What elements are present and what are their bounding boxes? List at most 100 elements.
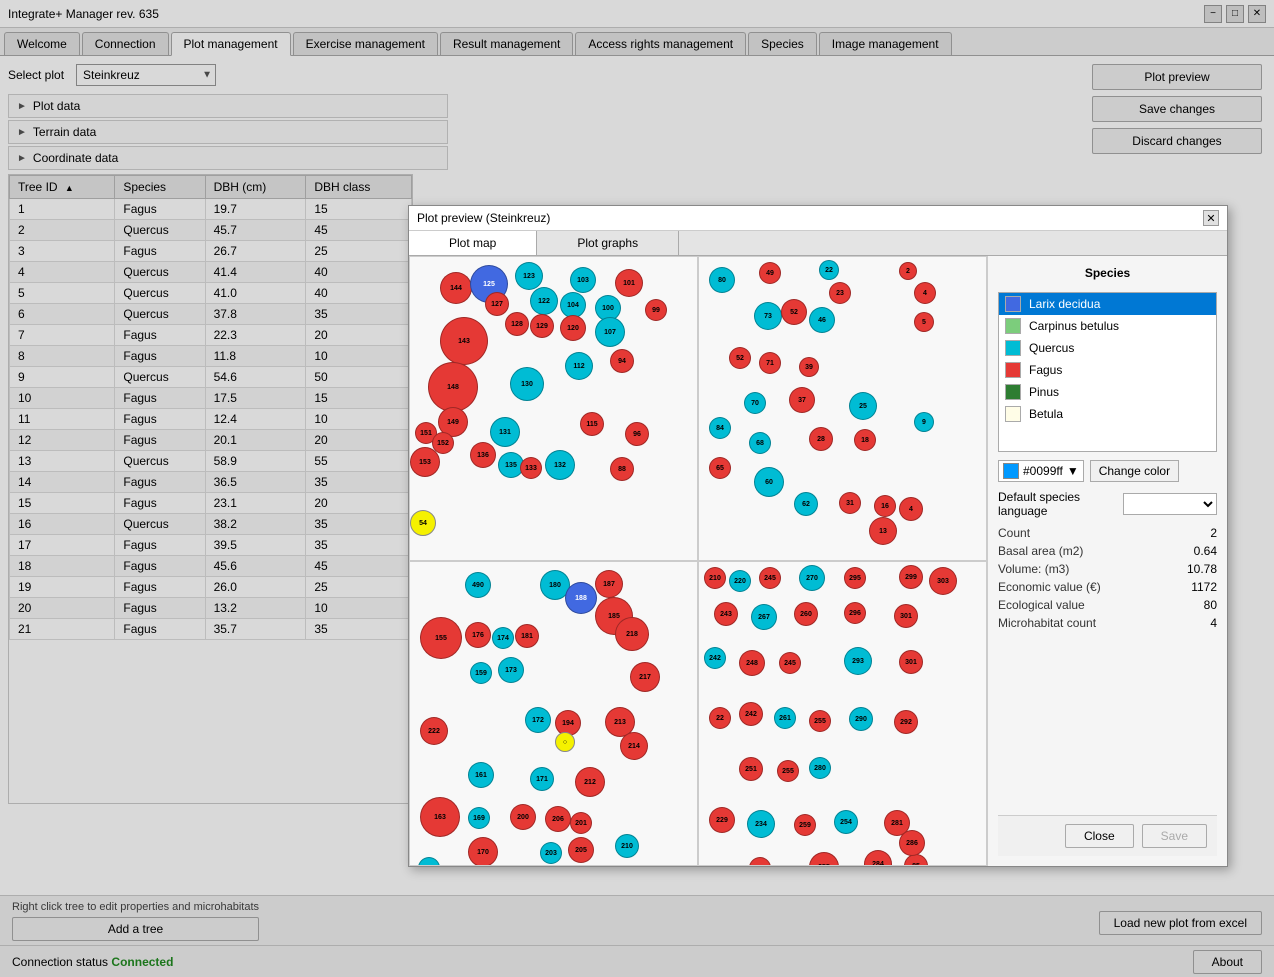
tree-node[interactable]: 299 — [899, 565, 923, 589]
tree-node[interactable]: 37 — [789, 387, 815, 413]
tree-node[interactable]: 39 — [799, 357, 819, 377]
tree-node[interactable]: 143 — [440, 317, 488, 365]
tree-node[interactable]: 94 — [610, 349, 634, 373]
tree-node[interactable]: 233 — [749, 857, 771, 866]
tree-node[interactable]: 88 — [610, 457, 634, 481]
tree-node[interactable]: 188 — [565, 582, 597, 614]
tree-node[interactable]: 260 — [794, 602, 818, 626]
tree-node[interactable]: 31 — [839, 492, 861, 514]
tree-node[interactable]: 176 — [465, 622, 491, 648]
tree-node[interactable]: 212 — [575, 767, 605, 797]
tree-node[interactable]: 18 — [854, 429, 876, 451]
tree-node[interactable]: 25 — [849, 392, 877, 420]
tree-node[interactable]: 84 — [709, 417, 731, 439]
tree-node[interactable]: 148 — [428, 362, 478, 412]
species-item-carpinus[interactable]: Carpinus betulus — [999, 315, 1216, 337]
tree-node[interactable]: 159 — [470, 662, 492, 684]
tree-node[interactable]: 68 — [749, 432, 771, 454]
tree-node[interactable]: 290 — [849, 707, 873, 731]
species-list[interactable]: Larix decidua Carpinus betulus Quercus F… — [998, 292, 1217, 452]
tree-node[interactable]: 130 — [510, 367, 544, 401]
tree-node[interactable]: 62 — [794, 492, 818, 516]
tree-node[interactable]: 128 — [505, 312, 529, 336]
tree-node[interactable]: 251 — [739, 757, 763, 781]
tree-node[interactable]: 132 — [545, 450, 575, 480]
tree-node[interactable]: 22 — [709, 707, 731, 729]
tree-node[interactable]: 206 — [545, 806, 571, 832]
tree-node[interactable]: 163 — [420, 797, 460, 837]
tree-node[interactable]: 4 — [899, 497, 923, 521]
tree-node[interactable]: 242 — [739, 702, 763, 726]
tree-node[interactable]: 205 — [568, 837, 594, 863]
tree-node[interactable]: 49 — [759, 262, 781, 284]
tree-node[interactable]: 22 — [819, 260, 839, 280]
tree-node[interactable]: 280 — [809, 757, 831, 779]
tree-node[interactable]: 284 — [864, 850, 892, 866]
tree-node[interactable]: 122 — [530, 287, 558, 315]
tree-node[interactable]: 301 — [899, 650, 923, 674]
tree-node[interactable]: 96 — [625, 422, 649, 446]
tree-node[interactable]: 23 — [829, 282, 851, 304]
tree-node[interactable]: 210 — [615, 834, 639, 858]
tree-node[interactable]: ○ — [555, 732, 575, 752]
tree-node[interactable]: 161 — [468, 762, 494, 788]
tree-node[interactable]: 242 — [704, 647, 726, 669]
tree-node[interactable]: 70 — [744, 392, 766, 414]
tree-node[interactable]: 243 — [714, 602, 738, 626]
tree-node[interactable]: 210 — [704, 567, 726, 589]
tree-node[interactable]: 120 — [560, 315, 586, 341]
modal-tab-plot-graphs[interactable]: Plot graphs — [537, 231, 679, 255]
tree-node[interactable]: 296 — [844, 602, 866, 624]
tree-node[interactable]: 129 — [530, 314, 554, 338]
tree-node[interactable]: 218 — [615, 617, 649, 651]
tree-node[interactable]: 261 — [774, 707, 796, 729]
tree-node[interactable]: 28 — [809, 427, 833, 451]
species-item-quercus[interactable]: Quercus — [999, 337, 1216, 359]
tree-node[interactable]: 144 — [440, 272, 472, 304]
tree-node[interactable]: 187 — [595, 570, 623, 598]
tree-node[interactable]: 57 — [418, 857, 440, 866]
tree-node[interactable]: 71 — [759, 352, 781, 374]
tree-node[interactable]: 169 — [468, 807, 490, 829]
species-language-select[interactable] — [1123, 493, 1217, 515]
tree-node[interactable]: 200 — [510, 804, 536, 830]
tree-node[interactable]: 254 — [834, 810, 858, 834]
tree-node[interactable]: 103 — [570, 267, 596, 293]
tree-node[interactable]: 214 — [620, 732, 648, 760]
tree-node[interactable]: 286 — [899, 830, 925, 856]
tree-node[interactable]: 73 — [754, 302, 782, 330]
tree-node[interactable]: 295 — [844, 567, 866, 589]
tree-node[interactable]: 52 — [729, 347, 751, 369]
tree-node[interactable]: 5 — [914, 312, 934, 332]
tree-node[interactable]: 13 — [869, 517, 897, 545]
tree-node[interactable]: 16 — [874, 495, 896, 517]
tree-node[interactable]: 136 — [470, 442, 496, 468]
tree-node[interactable]: 234 — [747, 810, 775, 838]
tree-node[interactable]: 255 — [777, 760, 799, 782]
tree-node[interactable]: 172 — [525, 707, 551, 733]
tree-node[interactable]: 245 — [759, 567, 781, 589]
tree-node[interactable]: 54 — [410, 510, 436, 536]
tree-node[interactable]: 229 — [709, 807, 735, 833]
tree-node[interactable]: 2 — [899, 262, 917, 280]
modal-save-button[interactable]: Save — [1142, 824, 1207, 848]
species-item-betula[interactable]: Betula — [999, 403, 1216, 425]
tree-node[interactable]: 46 — [809, 307, 835, 333]
tree-node[interactable]: 222 — [420, 717, 448, 745]
tree-node[interactable]: 270 — [799, 565, 825, 591]
tree-node[interactable]: 127 — [485, 292, 509, 316]
tree-node[interactable]: 201 — [570, 812, 592, 834]
tree-node[interactable]: 123 — [515, 262, 543, 290]
tree-node[interactable]: 203 — [540, 842, 562, 864]
tree-node[interactable]: 85 — [904, 854, 928, 866]
species-item-larix[interactable]: Larix decidua — [999, 293, 1216, 315]
tree-node[interactable]: 107 — [595, 317, 625, 347]
tree-node[interactable]: 4 — [914, 282, 936, 304]
tree-node[interactable]: 101 — [615, 269, 643, 297]
tree-node[interactable]: 255 — [809, 852, 839, 866]
species-item-pinus[interactable]: Pinus — [999, 381, 1216, 403]
tree-node[interactable]: 155 — [420, 617, 462, 659]
tree-node[interactable]: 133 — [520, 457, 542, 479]
tree-node[interactable]: 259 — [794, 814, 816, 836]
tree-node[interactable]: 245 — [779, 652, 801, 674]
